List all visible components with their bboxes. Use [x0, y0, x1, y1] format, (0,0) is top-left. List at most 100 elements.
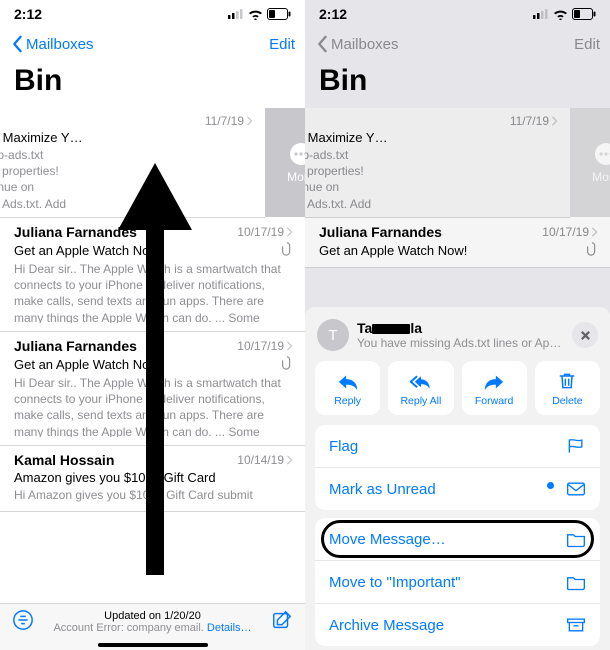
mail-sender: Juliana Farnandes — [14, 338, 137, 354]
battery-icon — [572, 8, 596, 20]
edit-button[interactable]: Edit — [269, 36, 295, 53]
sheet-header: T Tala You have missing Ads.txt lines or… — [315, 317, 600, 361]
mail-list: 11/7/19 es and Maximize Y… s or App-ads.… — [305, 108, 610, 268]
forward-icon — [483, 371, 505, 391]
more-icon — [289, 142, 305, 166]
battery-icon — [267, 8, 291, 20]
action-sheet: T Tala You have missing Ads.txt lines or… — [305, 307, 610, 650]
mail-row[interactable]: Juliana Farnandes 10/17/19 Get an Apple … — [0, 332, 305, 446]
filter-icon — [12, 609, 34, 631]
delete-button[interactable]: Delete — [535, 361, 600, 415]
flag-item[interactable]: Flag — [315, 425, 600, 468]
action-top-row: Reply Reply All Forward Delete — [315, 361, 600, 415]
swipe-more-button[interactable]: More — [265, 108, 305, 217]
mail-subject: Get an Apple Watch Now! — [14, 243, 162, 258]
mail-date: 10/17/19 — [237, 225, 284, 239]
close-icon — [580, 330, 591, 341]
back-button[interactable]: Mailboxes — [10, 35, 94, 53]
nav-bar: Mailboxes Edit — [305, 28, 610, 60]
sheet-subtitle: You have missing Ads.txt lines or App… — [357, 336, 564, 350]
back-label: Mailboxes — [26, 36, 94, 53]
chevron-right-icon — [551, 116, 558, 126]
mail-row-swiped: 11/7/19 es and Maximize Y… s or App-ads.… — [305, 108, 570, 218]
home-indicator[interactable] — [98, 643, 208, 647]
mail-list[interactable]: 11/7/19 es and Maximize Y… s or App-ads.… — [0, 108, 305, 512]
mail-subject: Amazon gives you $1000 Gift Card — [14, 470, 216, 485]
trash-icon — [556, 371, 578, 391]
archive-message-item[interactable]: Archive Message — [315, 604, 600, 646]
mail-preview: s or App-ads.txt laboola properties! re … — [305, 147, 558, 209]
mail-subject: es and Maximize Y… — [305, 130, 558, 145]
envelope-icon — [566, 480, 586, 498]
page-title: Bin — [305, 60, 610, 108]
signal-icon — [533, 9, 549, 19]
chevron-right-icon — [286, 341, 293, 351]
mail-date: 10/14/19 — [237, 453, 284, 467]
mark-unread-item[interactable]: Mark as Unread — [315, 468, 600, 510]
right-screen: 2:12 Mailboxes Edit Bin 11/7/19 es and M… — [305, 0, 610, 650]
redacted — [372, 324, 410, 334]
move-message-item[interactable]: Move Message… — [315, 518, 600, 561]
status-time: 2:12 — [14, 6, 42, 22]
mail-subject: Get an Apple Watch Now! — [14, 357, 162, 372]
status-bar: 2:12 — [0, 0, 305, 28]
attachment-icon — [281, 242, 293, 259]
back-label: Mailboxes — [331, 36, 399, 53]
mail-preview: s or App-ads.txt laboola properties! re … — [0, 147, 253, 209]
left-screen: 2:12 Mailboxes Edit Bin 11/7/19 es and M… — [0, 0, 305, 650]
status-icons — [228, 8, 291, 20]
chevron-right-icon — [246, 116, 253, 126]
page-title: Bin — [0, 60, 305, 108]
mark-unread-label: Mark as Unread — [329, 481, 436, 498]
back-button[interactable]: Mailboxes — [315, 35, 399, 53]
mail-sender: Juliana Farnandes — [14, 224, 137, 240]
status-icons — [533, 8, 596, 20]
mail-row-swiped[interactable]: 11/7/19 es and Maximize Y… s or App-ads.… — [0, 108, 265, 218]
action-list: Flag Mark as Unread Move Message… Move t… — [315, 425, 600, 646]
attachment-icon — [586, 242, 598, 259]
swipe-more-button: More — [570, 108, 610, 217]
mail-sender: Juliana Farnandes — [319, 224, 442, 240]
account-error: Account Error: company email. — [53, 622, 206, 634]
mail-date: 10/17/19 — [237, 339, 284, 353]
flag-label: Flag — [329, 438, 358, 455]
edit-button[interactable]: Edit — [574, 36, 600, 53]
compose-button[interactable] — [271, 609, 293, 634]
swipe-more-label: More — [287, 170, 305, 184]
mail-row[interactable]: Juliana Farnandes 10/17/19 Get an Apple … — [0, 218, 305, 332]
folder-icon — [566, 530, 586, 548]
forward-button[interactable]: Forward — [462, 361, 527, 415]
unread-dot — [547, 482, 554, 489]
move-to-important-label: Move to "Important" — [329, 574, 461, 591]
filter-button[interactable] — [12, 609, 34, 634]
flag-icon — [566, 437, 586, 455]
forward-label: Forward — [475, 395, 514, 407]
archive-message-label: Archive Message — [329, 617, 444, 634]
archive-icon — [566, 616, 586, 634]
chevron-right-icon — [286, 455, 293, 465]
avatar: T — [317, 319, 349, 351]
move-to-important-item[interactable]: Move to "Important" — [315, 561, 600, 604]
reply-button[interactable]: Reply — [315, 361, 380, 415]
swipe-actions: More Flag Delete — [265, 108, 305, 217]
mail-subject: es and Maximize Y… — [0, 130, 253, 145]
reply-label: Reply — [334, 395, 361, 407]
more-icon — [594, 142, 610, 166]
mail-sender: Kamal Hossain — [14, 452, 114, 468]
mail-date: 11/7/19 — [205, 114, 244, 128]
move-message-label: Move Message… — [329, 531, 446, 548]
reply-all-button[interactable]: Reply All — [388, 361, 453, 415]
updated-label: Updated on 1/20/20 — [34, 610, 271, 622]
close-button[interactable] — [572, 322, 598, 348]
chevron-right-icon — [286, 227, 293, 237]
details-link[interactable]: Details… — [207, 622, 252, 634]
status-text: Updated on 1/20/20 Account Error: compan… — [34, 610, 271, 634]
status-bar: 2:12 — [305, 0, 610, 28]
nav-bar: Mailboxes Edit — [0, 28, 305, 60]
reply-icon — [337, 371, 359, 391]
mail-row[interactable]: Kamal Hossain 10/14/19 Amazon gives you … — [0, 446, 305, 512]
signal-icon — [228, 9, 244, 19]
chevron-left-icon — [315, 35, 329, 53]
status-time: 2:12 — [319, 6, 347, 22]
mail-row: Juliana Farnandes 10/17/19 Get an Apple … — [305, 218, 610, 268]
